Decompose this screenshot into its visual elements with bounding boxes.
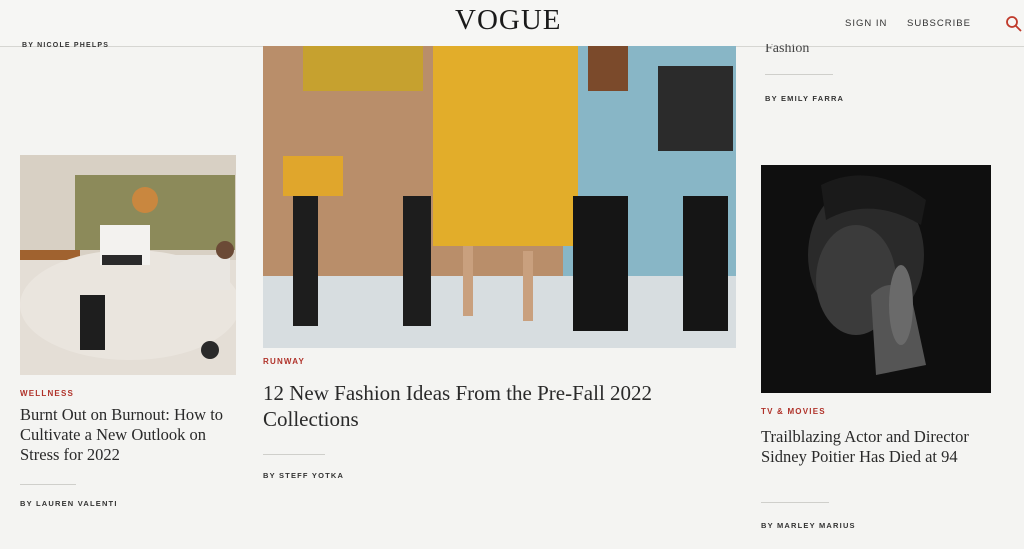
vogue-logo[interactable]: VOGUE (455, 4, 562, 37)
portrait-illustration (761, 165, 991, 393)
wellness-category-label[interactable]: WELLNESS (20, 389, 74, 398)
divider (20, 484, 76, 485)
top-right-byline[interactable]: BY EMILY FARRA (765, 94, 844, 103)
tv-movies-headline[interactable]: Trailblazing Actor and Director Sidney P… (761, 427, 991, 467)
search-icon[interactable] (1004, 14, 1024, 34)
tv-movies-category-label[interactable]: TV & MOVIES (761, 407, 826, 416)
wellness-headline[interactable]: Burnt Out on Burnout: How to Cultivate a… (20, 405, 235, 465)
runway-category-label[interactable]: RUNWAY (263, 357, 305, 366)
divider (765, 74, 833, 75)
bedroom-illustration (20, 155, 236, 375)
clipped-headline-fragment[interactable]: Fashion (765, 44, 809, 56)
runway-byline[interactable]: BY STEFF YOTKA (263, 471, 344, 480)
runway-headline[interactable]: 12 New Fashion Ideas From the Pre-Fall 2… (263, 381, 703, 432)
subscribe-link[interactable]: SUBSCRIBE (907, 18, 971, 29)
tv-movies-byline[interactable]: BY MARLEY MARIUS (761, 521, 856, 530)
divider (761, 502, 829, 503)
wellness-byline[interactable]: BY LAUREN VALENTI (20, 499, 118, 508)
top-left-byline[interactable]: BY NICOLE PHELPS (22, 42, 109, 49)
runway-boots-illustration (263, 46, 736, 348)
divider (263, 454, 325, 455)
sign-in-link[interactable]: SIGN IN (845, 18, 887, 29)
runway-article-image[interactable] (263, 46, 736, 348)
site-header: VOGUE SIGN IN SUBSCRIBE (0, 0, 1024, 47)
wellness-article-image[interactable] (20, 155, 236, 375)
tv-movies-article-image[interactable] (761, 165, 991, 393)
